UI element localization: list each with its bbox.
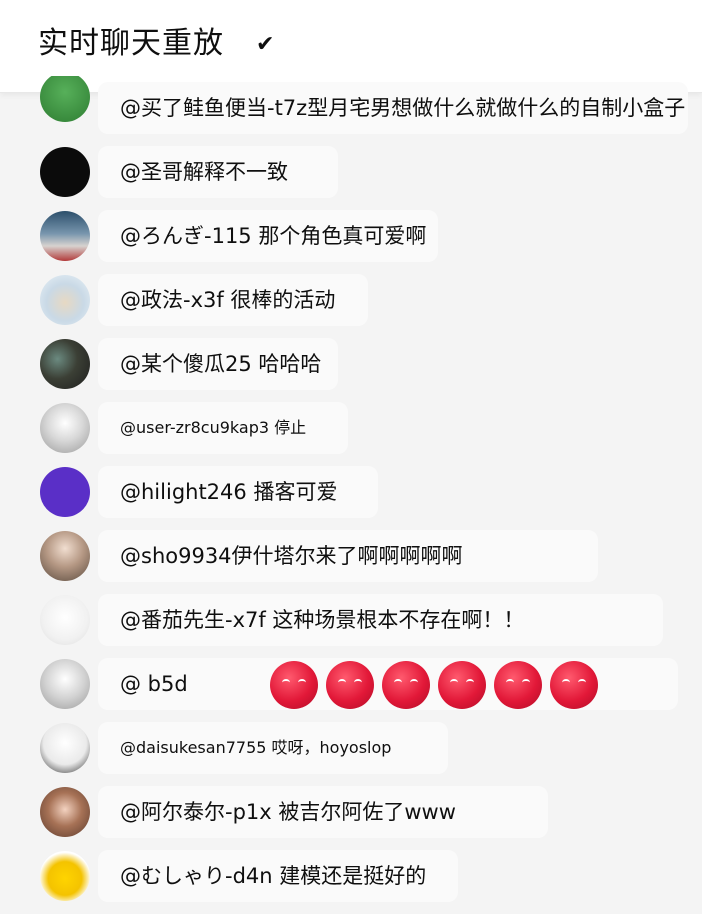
chat-message-text: @番茄先生-x7f 这种场景根本不存在啊！！ (120, 608, 525, 632)
avatar-dark-photo-icon[interactable] (40, 339, 90, 389)
red-face-emoji-icon (494, 661, 542, 709)
avatar-character-icon[interactable] (40, 531, 90, 581)
avatar-green-icon[interactable] (40, 76, 90, 122)
chat-message-text: @阿尔泰尔-p1x 被吉尔阿佐了www (120, 800, 456, 824)
avatar-bowl-icon[interactable] (40, 275, 90, 325)
checkmark-icon[interactable]: ✔ (256, 34, 274, 56)
chat-message-text: @user-zr8cu9kap3 停止 (120, 418, 307, 437)
red-face-emoji-icon (270, 661, 318, 709)
chat-message-text: @圣哥解释不一致 (120, 160, 288, 184)
chat-message-text: @むしゃり-d4n 建模还是挺好的 (120, 864, 427, 888)
chat-message: @user-zr8cu9kap3 停止 (0, 398, 702, 458)
chat-message-text: @sho9934伊什塔尔来了啊啊啊啊啊 (120, 544, 463, 568)
chat-message: @hilight246 播客可爱 (0, 462, 702, 522)
chat-message: @むしゃり-d4n 建模还是挺好的 (0, 846, 702, 906)
emoji-reactions (270, 661, 598, 709)
red-face-emoji-icon (550, 661, 598, 709)
chat-message-text: @hilight246 播客可爱 (120, 480, 338, 504)
chat-message: @daisukesan7755 哎呀，hoyoslop (0, 718, 702, 778)
chat-message: @sho9934伊什塔尔来了啊啊啊啊啊 (0, 526, 702, 586)
chat-message-text: @ b5d (120, 672, 188, 696)
chat-message: @ろんぎ-115 那个角色真可爱啊 (0, 206, 702, 266)
avatar-yellow-icon[interactable] (40, 851, 90, 901)
avatar-anime-icon[interactable] (40, 787, 90, 837)
red-face-emoji-icon (326, 661, 374, 709)
avatar-white-cat-icon[interactable] (40, 595, 90, 645)
chat-message: @买了鲑鱼便当-t7z型月宅男想做什么就做什么的自制小盒子 (0, 76, 702, 138)
chat-message-text: @某个傻瓜25 哈哈哈 (120, 352, 322, 376)
avatar-black-icon[interactable] (40, 147, 90, 197)
chat-message: @政法-x3f 很棒的活动 (0, 270, 702, 330)
avatar-chibi-icon[interactable] (40, 723, 90, 773)
chat-message-text: @买了鲑鱼便当-t7z型月宅男想做什么就做什么的自制小盒子 (120, 96, 686, 120)
chat-list[interactable]: @买了鲑鱼便当-t7z型月宅男想做什么就做什么的自制小盒子 @圣哥解释不一致 @… (0, 76, 702, 914)
chat-message-text: @daisukesan7755 哎呀，hoyoslop (120, 738, 392, 757)
chat-message: @某个傻瓜25 哈哈哈 (0, 334, 702, 394)
red-face-emoji-icon (382, 661, 430, 709)
avatar-photo-icon[interactable] (40, 211, 90, 261)
chat-message-text: @ろんぎ-115 那个角色真可爱啊 (120, 224, 427, 248)
chat-message: @圣哥解释不一致 (0, 142, 702, 202)
chat-message: @ b5d (0, 654, 702, 714)
avatar-sketch-icon[interactable] (40, 403, 90, 453)
chat-message: @番茄先生-x7f 这种场景根本不存在啊！！ (0, 590, 702, 650)
chat-message-text: @政法-x3f 很棒的活动 (120, 288, 336, 312)
page-title: 实时聊天重放 (38, 26, 224, 61)
avatar-sketch-2-icon[interactable] (40, 659, 90, 709)
chat-message: @阿尔泰尔-p1x 被吉尔阿佐了www (0, 782, 702, 842)
avatar-purple-icon[interactable] (40, 467, 90, 517)
red-face-emoji-icon (438, 661, 486, 709)
